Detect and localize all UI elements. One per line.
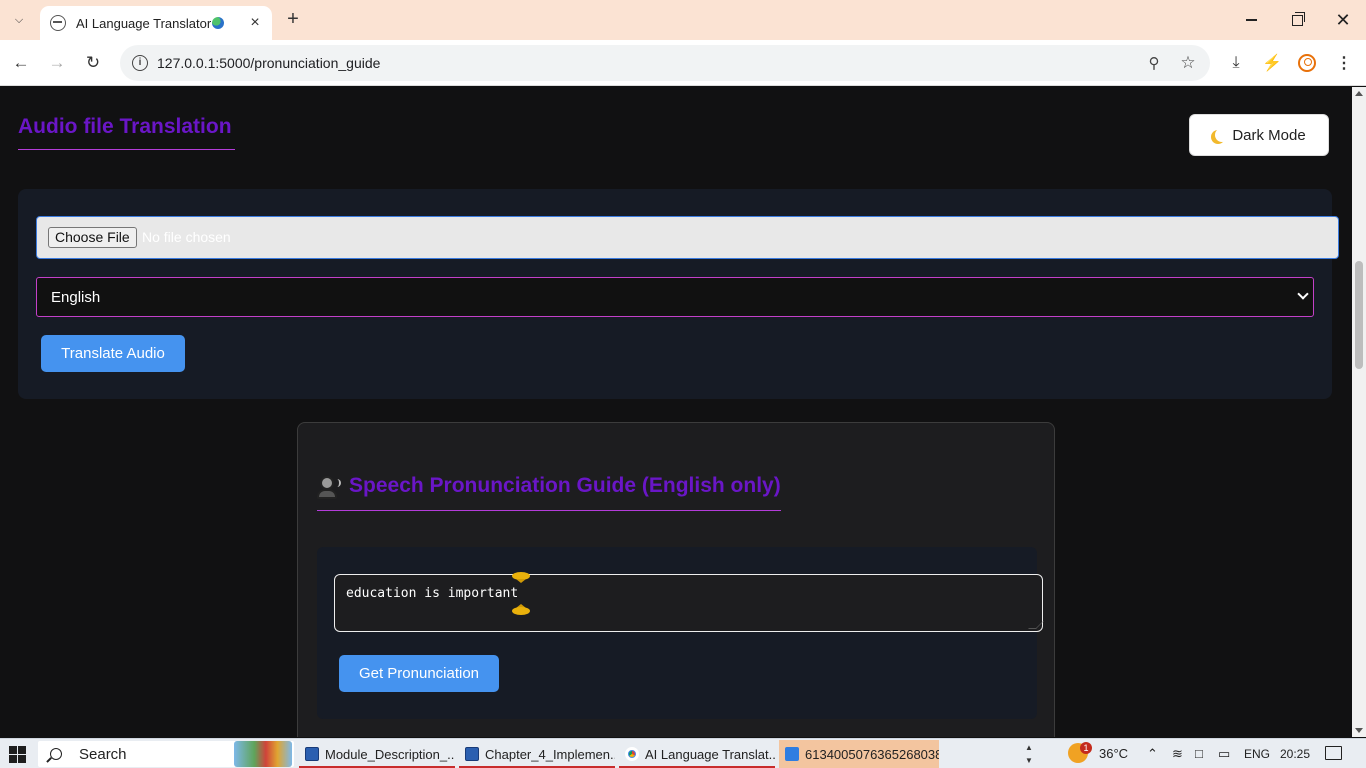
volume-icon[interactable]: □ xyxy=(1195,746,1203,761)
tab-search-chevron-icon[interactable]: ⌵ xyxy=(8,9,30,31)
download-icon[interactable]: ⤓ xyxy=(1225,52,1247,74)
site-favicon-icon xyxy=(50,15,66,31)
browser-tab-active[interactable]: AI Language Translator × xyxy=(40,6,272,40)
taskbar-search-label: Search xyxy=(79,745,127,763)
text-selection-handle-top-icon[interactable] xyxy=(511,571,531,583)
taskbar-item-label: Module_Description_... xyxy=(325,746,455,762)
moon-icon xyxy=(1215,128,1229,142)
taskbar-item-label: Chapter_4_Implemen... xyxy=(485,746,615,762)
close-tab-icon[interactable]: × xyxy=(246,14,264,32)
file-status-text: No file chosen xyxy=(142,229,231,245)
dark-mode-label: Dark Mode xyxy=(1232,126,1306,144)
word-icon xyxy=(305,747,319,761)
tab-title: AI Language Translator xyxy=(76,15,212,31)
globe-emoji-icon xyxy=(212,17,225,29)
restore-window-button[interactable] xyxy=(1274,6,1320,34)
scroll-up-arrow-icon[interactable] xyxy=(1355,91,1363,96)
pronunciation-input-value: education is important xyxy=(346,586,519,601)
new-tab-plus-icon[interactable]: + xyxy=(282,9,304,31)
forward-arrow-icon[interactable]: → xyxy=(44,50,70,76)
zoom-magnifier-icon[interactable]: ⚲ xyxy=(1144,53,1164,73)
taskbar-item-chapter4[interactable]: Chapter_4_Implemen... xyxy=(459,740,615,768)
input-language[interactable]: ENG xyxy=(1244,747,1270,761)
audio-file-input[interactable]: Choose File No file chosen xyxy=(36,216,1339,259)
search-icon xyxy=(50,748,62,760)
windows-start-icon[interactable] xyxy=(9,746,26,763)
chevron-down-icon xyxy=(1297,288,1309,300)
taskbar-item-label: AI Language Translat... xyxy=(645,746,775,762)
back-arrow-icon[interactable]: ← xyxy=(8,50,34,76)
selected-language: English xyxy=(51,289,101,306)
windows-taskbar: Search Module_Description_... Chapter_4_… xyxy=(0,738,1366,768)
restore-icon xyxy=(1291,11,1305,26)
target-language-select[interactable]: English xyxy=(36,277,1314,317)
minimize-window-button[interactable] xyxy=(1228,6,1274,34)
profile-avatar-icon[interactable] xyxy=(1296,52,1318,74)
reload-icon[interactable]: ↻ xyxy=(80,50,106,76)
browser-menu-kebab-icon[interactable]: ⋮ xyxy=(1333,52,1355,74)
pronunciation-title: Speech Pronunciation Guide (English only… xyxy=(349,474,781,497)
page-viewport: Audio file Translation Dark Mode Choose … xyxy=(0,87,1352,737)
bookmark-star-icon[interactable]: ☆ xyxy=(1178,53,1198,73)
url-text[interactable]: 127.0.0.1:5000/pronunciation_guide xyxy=(157,55,380,71)
scroll-down-arrow-icon[interactable] xyxy=(1355,728,1363,733)
taskbar-item-module-description[interactable]: Module_Description_... xyxy=(299,740,455,768)
audio-translation-card: Choose File No file chosen English Trans… xyxy=(18,189,1339,399)
temperature[interactable]: 36°C xyxy=(1099,746,1128,761)
browser-toolbar: ← → ↻ i 127.0.0.1:5000/pronunciation_gui… xyxy=(0,40,1366,86)
pronunciation-heading: Speech Pronunciation Guide (English only… xyxy=(317,473,781,511)
wifi-icon[interactable]: ≋ xyxy=(1172,746,1183,762)
performance-bolt-icon[interactable]: ⚡ xyxy=(1261,52,1283,74)
photos-icon xyxy=(785,747,799,761)
notifications-icon[interactable] xyxy=(1325,746,1342,760)
pronunciation-guide-card: Speech Pronunciation Guide (English only… xyxy=(297,422,1055,737)
dark-mode-button[interactable]: Dark Mode xyxy=(1189,114,1329,156)
page-scrollbar[interactable] xyxy=(1352,87,1366,737)
speaking-head-icon xyxy=(317,474,341,500)
text-selection-handle-bottom-icon[interactable] xyxy=(511,604,531,616)
taskbar-item-photos[interactable]: 6134005076365268038... xyxy=(779,740,939,768)
word-icon xyxy=(465,747,479,761)
show-hidden-icons-chevron-icon[interactable]: ⌃ xyxy=(1147,746,1158,762)
profile-circle xyxy=(1298,54,1316,72)
pronunciation-form: education is important Get Pronunciation xyxy=(317,547,1044,719)
textarea-resize-grip-icon[interactable] xyxy=(1028,621,1044,629)
clock[interactable]: 20:25 xyxy=(1280,747,1310,761)
translate-audio-button[interactable]: Translate Audio xyxy=(41,335,185,372)
choose-file-button[interactable]: Choose File xyxy=(48,227,137,248)
weather-badge: 1 xyxy=(1080,742,1092,754)
taskbar-scroll-arrows-icon[interactable]: ▲ ▼ xyxy=(1022,741,1036,767)
taskbar-search-box[interactable]: Search xyxy=(38,741,294,767)
chrome-icon xyxy=(625,747,639,761)
audio-section-title: Audio file Translation xyxy=(18,115,235,150)
search-highlight-image xyxy=(234,741,292,767)
pronunciation-text-input[interactable]: education is important xyxy=(334,571,1044,632)
close-window-button[interactable]: ✕ xyxy=(1320,6,1366,34)
taskbar-item-label: 6134005076365268038... xyxy=(805,746,939,762)
battery-icon[interactable]: ▭ xyxy=(1218,746,1230,762)
get-pronunciation-button[interactable]: Get Pronunciation xyxy=(339,655,499,692)
taskbar-item-chrome[interactable]: AI Language Translat... xyxy=(619,740,775,768)
site-info-icon[interactable]: i xyxy=(132,55,148,71)
scrollbar-thumb[interactable] xyxy=(1355,261,1363,369)
minimize-icon xyxy=(1245,19,1257,21)
tab-strip: ⌵ AI Language Translator × + ✕ xyxy=(0,0,1366,40)
address-bar[interactable]: i 127.0.0.1:5000/pronunciation_guide ⚲ ☆ xyxy=(120,45,1210,81)
